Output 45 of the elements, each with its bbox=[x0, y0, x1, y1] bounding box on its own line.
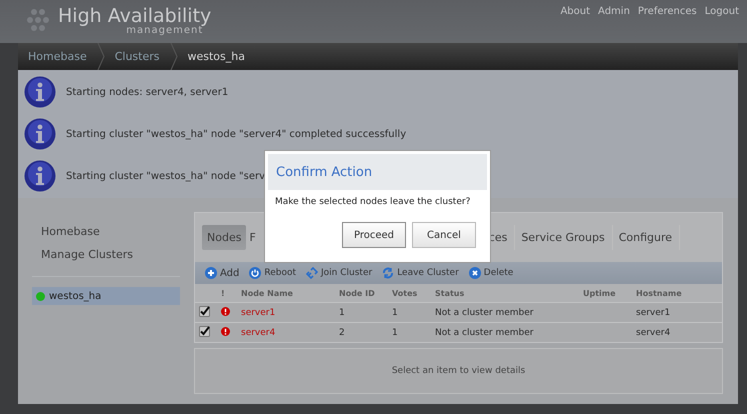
tab[interactable]: Service Groups bbox=[515, 225, 613, 250]
info-message: Starting nodes: server4, server1 bbox=[66, 86, 228, 98]
checkbox[interactable] bbox=[199, 306, 210, 316]
details-hint: Select an item to view details bbox=[194, 348, 723, 394]
info-icon bbox=[24, 160, 56, 192]
nav-link[interactable]: Homebase bbox=[32, 220, 180, 243]
info-message: Starting cluster "westos_ha" node "server4" completed successfully bbox=[66, 128, 406, 140]
cancel-button[interactable]: Cancel bbox=[412, 222, 476, 248]
delete-button[interactable]: Delete bbox=[468, 267, 514, 279]
info-icon bbox=[24, 76, 56, 108]
table-cell: 2 bbox=[335, 322, 388, 342]
checkbox[interactable] bbox=[199, 326, 210, 336]
x-icon bbox=[468, 267, 481, 279]
power-icon bbox=[249, 267, 262, 279]
logo-title: High Availability bbox=[58, 6, 212, 26]
tab[interactable]: F bbox=[247, 225, 258, 250]
breadcrumb-link[interactable]: Homebase bbox=[18, 50, 97, 63]
table-cell: 1 bbox=[388, 322, 431, 342]
chevron-icon bbox=[96, 43, 105, 70]
join-cluster-button[interactable]: Join Cluster bbox=[306, 267, 372, 279]
tab[interactable]: Nodes bbox=[202, 225, 246, 250]
breadcrumb-current: westos_ha bbox=[186, 50, 246, 63]
nav-link[interactable]: Manage Clusters bbox=[32, 243, 180, 266]
arrows-icon bbox=[382, 267, 394, 279]
info-icon bbox=[24, 118, 56, 150]
node-name-cell: server4 bbox=[237, 322, 335, 342]
plus-icon bbox=[205, 267, 217, 279]
header-link[interactable]: Logout bbox=[704, 6, 739, 17]
cluster-item[interactable]: westos_ha bbox=[32, 287, 180, 305]
tab[interactable]: Configure bbox=[612, 225, 680, 250]
logo-subtitle: management bbox=[126, 25, 204, 36]
header-link[interactable]: Preferences bbox=[638, 6, 697, 17]
info-message: Starting cluster "westos_ha" node "serv bbox=[66, 170, 266, 182]
leave-cluster-button[interactable]: Leave Cluster bbox=[382, 267, 459, 279]
table-cell: server4 bbox=[632, 322, 722, 342]
add-button[interactable]: Add bbox=[205, 267, 240, 279]
dialog-title: Confirm Action bbox=[268, 154, 487, 190]
header-link[interactable]: Admin bbox=[598, 6, 630, 17]
proceed-button[interactable]: Proceed bbox=[342, 222, 406, 248]
table-cell: Not a cluster member bbox=[431, 322, 579, 342]
chevron-icon bbox=[170, 43, 178, 70]
header-link[interactable]: About bbox=[560, 6, 590, 17]
reboot-button[interactable]: Reboot bbox=[249, 267, 296, 279]
breadcrumb-link[interactable]: Clusters bbox=[104, 50, 170, 63]
dialog-message: Make the selected nodes leave the cluster? bbox=[274, 196, 472, 209]
